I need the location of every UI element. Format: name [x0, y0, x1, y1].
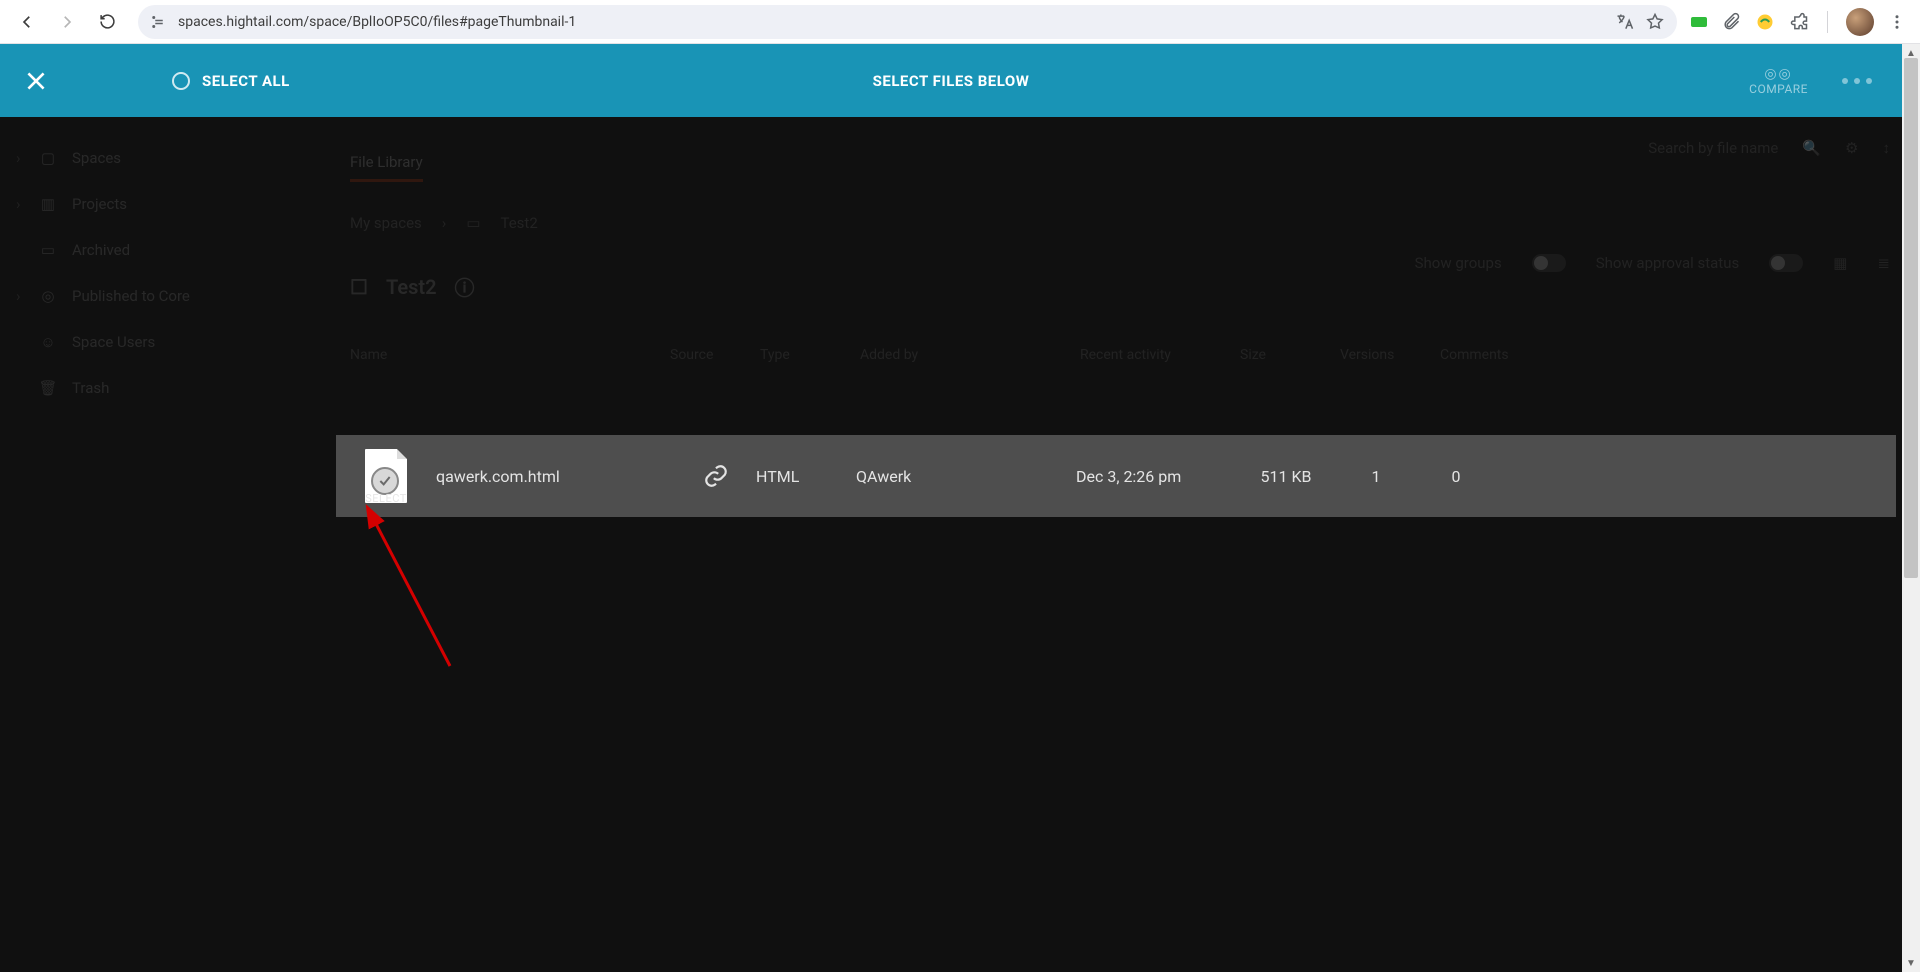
- bookmark-star-icon[interactable]: [1645, 12, 1665, 32]
- separator: [1827, 11, 1828, 33]
- url-text: spaces.hightail.com/space/BplIoOP5C0/fil…: [178, 14, 576, 30]
- extensions-puzzle-icon[interactable]: [1789, 12, 1809, 32]
- browser-extensions: [1691, 8, 1910, 36]
- select-all-radio-icon: [172, 72, 190, 90]
- translate-icon[interactable]: [1615, 12, 1635, 32]
- more-actions-button[interactable]: [1842, 78, 1872, 84]
- browser-toolbar: spaces.hightail.com/space/BplIoOP5C0/fil…: [0, 0, 1920, 44]
- compare-button[interactable]: ◎◎ COMPARE: [1749, 66, 1808, 96]
- vertical-scrollbar[interactable]: ▲ ▼: [1902, 44, 1920, 972]
- selection-title: SELECT FILES BELOW: [873, 72, 1030, 90]
- reload-button[interactable]: [90, 5, 124, 39]
- file-type: HTML: [756, 467, 856, 486]
- select-label: SELECT: [365, 492, 407, 505]
- address-bar[interactable]: spaces.hightail.com/space/BplIoOP5C0/fil…: [138, 5, 1677, 39]
- site-info-icon[interactable]: [150, 13, 168, 31]
- forward-button[interactable]: [50, 5, 84, 39]
- check-icon: [371, 467, 399, 495]
- browser-menu-icon[interactable]: [1888, 13, 1906, 31]
- link-icon: [676, 463, 756, 489]
- file-added-by: QAwerk: [856, 467, 1076, 486]
- select-all-button[interactable]: SELECT ALL: [172, 72, 290, 90]
- scrollbar-thumb[interactable]: [1904, 58, 1918, 578]
- compare-label: COMPARE: [1749, 82, 1808, 96]
- select-all-label: SELECT ALL: [202, 72, 290, 90]
- file-recent: Dec 3, 2:26 pm: [1076, 467, 1236, 486]
- compare-icon: ◎◎: [1749, 66, 1808, 82]
- extension-clip-icon[interactable]: [1721, 12, 1741, 32]
- profile-avatar[interactable]: [1846, 8, 1874, 36]
- file-row[interactable]: SELECT qawerk.com.html HTML QAwerk Dec 3…: [336, 435, 1896, 517]
- selection-toolbar: SELECT ALL SELECT FILES BELOW ◎◎ COMPARE: [0, 44, 1902, 117]
- file-name[interactable]: qawerk.com.html: [436, 467, 676, 486]
- extension-circle-icon[interactable]: [1755, 12, 1775, 32]
- file-versions: 1: [1336, 467, 1416, 486]
- close-button[interactable]: [20, 65, 52, 97]
- extension-camera-icon[interactable]: [1691, 17, 1707, 27]
- file-size: 511 KB: [1236, 467, 1336, 486]
- file-comments: 0: [1416, 467, 1496, 486]
- back-button[interactable]: [10, 5, 44, 39]
- scroll-down-icon[interactable]: ▼: [1902, 954, 1920, 972]
- file-select-checkbox[interactable]: SELECT: [336, 449, 436, 503]
